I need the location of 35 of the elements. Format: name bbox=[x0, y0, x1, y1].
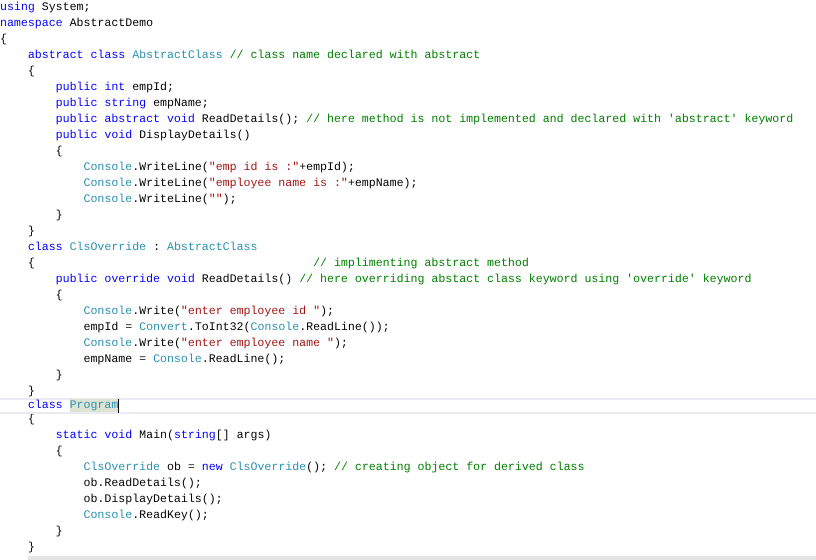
code-line: Console.Write("enter employee name "); bbox=[82, 336, 348, 352]
code-line: } bbox=[54, 368, 63, 384]
code-line: } bbox=[26, 540, 35, 556]
code-line: { bbox=[0, 32, 7, 48]
code-line: static void Main(string[] args) bbox=[54, 428, 272, 444]
code-line: public int empId; bbox=[54, 80, 174, 96]
code-line: } bbox=[54, 524, 63, 540]
code-line: } bbox=[26, 224, 35, 240]
code-line: namespace AbstractDemo bbox=[0, 16, 154, 32]
code-line: ClsOverride ob = new ClsOverride(); // creating object for derived class bbox=[82, 460, 584, 476]
code-line: } bbox=[54, 208, 63, 224]
code-line: { bbox=[26, 64, 35, 80]
code-line: empId = Convert.ToInt32(Console.ReadLine()); bbox=[82, 320, 390, 336]
code-line: empName = Console.ReadLine(); bbox=[82, 352, 286, 368]
code-line: { bbox=[54, 444, 63, 460]
code-line: Console.ReadKey(); bbox=[82, 508, 209, 524]
text-cursor bbox=[118, 399, 120, 413]
code-line: abstract class AbstractClass // class name declared with abstract bbox=[26, 48, 480, 64]
code-line: ob.ReadDetails(); bbox=[82, 476, 202, 492]
code-line: using System; bbox=[0, 0, 90, 16]
code-line: { bbox=[54, 144, 63, 160]
code-line: public abstract void ReadDetails(); // here method is not implemented and declared with 'abstract' keyword bbox=[54, 112, 794, 128]
code-line: ob.DisplayDetails(); bbox=[82, 492, 223, 508]
code-line: } bbox=[26, 384, 35, 400]
code-line: Console.WriteLine("emp id is :"+empId); bbox=[82, 160, 355, 176]
code-line: class Program bbox=[26, 398, 118, 414]
code-line: public string empName; bbox=[54, 96, 209, 112]
code-line: Console.WriteLine(""); bbox=[82, 192, 237, 208]
code-line: class ClsOverride : AbstractClass bbox=[26, 240, 258, 256]
code-line: Console.Write("enter employee id "); bbox=[82, 304, 334, 320]
code-line: public void DisplayDetails() bbox=[54, 128, 250, 144]
code-line: { bbox=[54, 288, 63, 304]
code-line: public override void ReadDetails() // here overriding abstact class keyword using 'override' keyword bbox=[54, 272, 752, 288]
code-line: { // implimenting abstract method bbox=[26, 256, 529, 272]
code-line: Console.WriteLine("employee name is :"+empName); bbox=[82, 176, 418, 192]
